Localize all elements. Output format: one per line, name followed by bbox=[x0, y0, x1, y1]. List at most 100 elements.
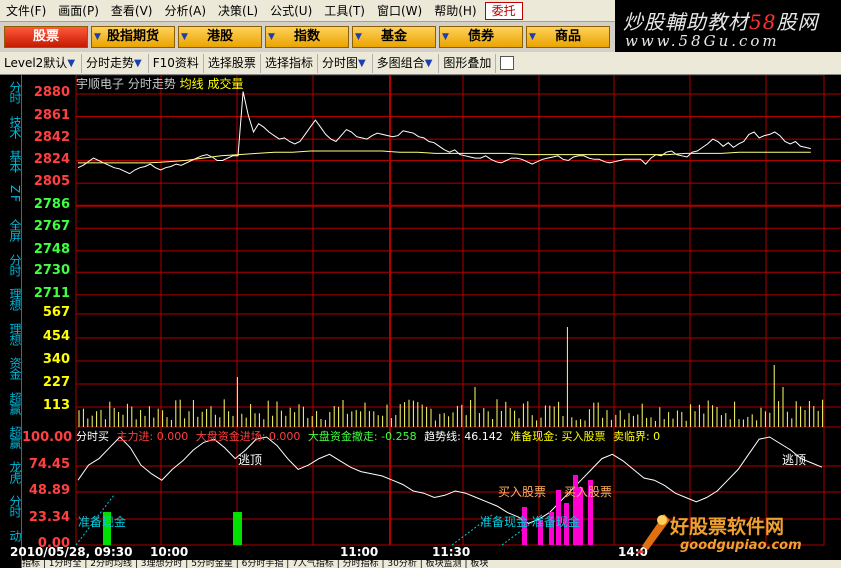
market-category-bar: 股票 ▼ 股指期货 ▼ 港股 ▼ 指数 ▼ 基金 ▼ 债券 ▼ 商品 bbox=[0, 22, 615, 52]
left-tab-12[interactable]: 分时 bbox=[1, 495, 22, 517]
left-tab-9[interactable]: 超赢 bbox=[1, 392, 22, 414]
indicator-item-cash: 准备现金: 买入股票 bbox=[510, 430, 606, 443]
toolbar-item-label: 分时走势 bbox=[86, 55, 135, 70]
annotation-cash-2: 准备现金 准备现金 bbox=[480, 515, 580, 529]
time-axis-label: 2010/05/28, 09:30 bbox=[10, 545, 133, 559]
category-button-5[interactable]: ▼ 债券 bbox=[439, 26, 523, 48]
left-tab-10[interactable]: 超赢 bbox=[1, 426, 22, 448]
menu-item-4[interactable]: 决策(L) bbox=[212, 1, 264, 21]
indicator-item-sell: 卖临界: 0 bbox=[612, 430, 661, 443]
menu-item-0[interactable]: 文件(F) bbox=[0, 1, 52, 21]
left-tab-3[interactable]: Z F bbox=[1, 185, 22, 201]
left-tab-4[interactable]: 全屏 bbox=[1, 219, 22, 241]
menu-item-9[interactable]: 委托 bbox=[484, 1, 523, 20]
price-axis-label: 2711 bbox=[33, 285, 70, 301]
price-axis-label: 2767 bbox=[33, 219, 70, 235]
left-tab-7[interactable]: 理想 bbox=[1, 323, 22, 345]
watermark-name: 好股票软件网 bbox=[670, 516, 785, 538]
category-button-4[interactable]: ▼ 基金 bbox=[352, 26, 436, 48]
dropdown-arrow-icon: ▼ bbox=[442, 32, 449, 42]
left-tab-8[interactable]: 资金 bbox=[1, 357, 22, 379]
volume-axis-label: 454 bbox=[42, 329, 70, 344]
dropdown-arrow-icon[interactable]: ▼ bbox=[67, 54, 75, 73]
left-tab-1[interactable]: 技术 bbox=[1, 116, 22, 138]
lock-icon[interactable] bbox=[500, 56, 515, 70]
dropdown-arrow-icon[interactable]: ▼ bbox=[134, 54, 142, 73]
app-window: 文件(F) 画面(P) 查看(V) 分析(A) 决策(L) 公式(U) 工具(T) 窗口(W)… bbox=[0, 0, 841, 568]
category-label: 债券 bbox=[467, 29, 494, 44]
left-tab-13[interactable]: 动 bbox=[1, 530, 22, 541]
price-axis-label: 2842 bbox=[33, 130, 70, 146]
price-axis-label: 2805 bbox=[33, 174, 70, 190]
category-button-6[interactable]: ▼ 商品 bbox=[526, 26, 610, 48]
annotation-escape-1: 逃顶 bbox=[238, 453, 263, 467]
watermark-url: goodgupiao.com bbox=[680, 538, 802, 553]
menu-item-2[interactable]: 查看(V) bbox=[105, 1, 159, 21]
menu-item-7[interactable]: 窗口(W) bbox=[371, 1, 428, 21]
brand-url: www.58Gu.com bbox=[625, 32, 780, 50]
toolbar-item-label: 选择指标 bbox=[264, 55, 313, 70]
volume-axis-label: 113 bbox=[42, 398, 70, 413]
left-tab-5[interactable]: 分时 bbox=[1, 254, 22, 276]
avg-line bbox=[78, 150, 811, 164]
annotation-cash-1: 准备现金 bbox=[78, 515, 127, 529]
chart-frame bbox=[75, 75, 825, 546]
green-signal-bar-1 bbox=[233, 512, 242, 545]
category-label: 基金 bbox=[380, 29, 407, 44]
toolbar-item-0[interactable]: Level2默认 ▼ bbox=[0, 53, 83, 73]
menu-bar: 文件(F) 画面(P) 查看(V) 分析(A) 决策(L) 公式(U) 工具(T) 窗口(W)… bbox=[0, 0, 615, 22]
toolbar-item-5[interactable]: 分时图 ▼ bbox=[318, 53, 373, 73]
price-axis-label: 2748 bbox=[33, 241, 70, 257]
indicator-item-outflow: 大盘资金撤走: -0.258 bbox=[307, 430, 417, 443]
dropdown-arrow-icon: ▼ bbox=[268, 32, 275, 42]
dropdown-arrow-icon: ▼ bbox=[181, 32, 188, 42]
category-label: 股票 bbox=[32, 29, 59, 44]
menu-item-6[interactable]: 工具(T) bbox=[318, 1, 371, 21]
price-line bbox=[77, 91, 811, 175]
category-button-1[interactable]: ▼ 股指期货 bbox=[91, 26, 175, 48]
menu-item-8[interactable]: 帮助(H) bbox=[428, 1, 482, 21]
chart-canvas bbox=[75, 75, 841, 546]
left-tab-11[interactable]: 龙虎 bbox=[1, 461, 22, 483]
toolbar-item-1[interactable]: 分时走势 ▼ bbox=[82, 53, 149, 73]
menu-item-3[interactable]: 分析(A) bbox=[158, 1, 212, 21]
toolbar-item-label: 选择股票 bbox=[207, 55, 256, 70]
left-tab-0[interactable]: 分时 bbox=[1, 81, 22, 103]
dropdown-arrow-icon[interactable]: ▼ bbox=[358, 54, 366, 73]
toolbar-item-7[interactable]: 图形叠加 bbox=[439, 53, 497, 73]
left-tab-6[interactable]: 理想 bbox=[1, 288, 22, 310]
volume-axis-label: 340 bbox=[42, 352, 70, 367]
indicator-item-trend: 趋势线: 46.142 bbox=[424, 430, 503, 443]
indicator-item-main: 主力进: 0.000 bbox=[116, 430, 189, 443]
toolbar-item-label: 图形叠加 bbox=[443, 55, 492, 70]
category-label: 港股 bbox=[206, 29, 233, 44]
avg-line-label: 均线 bbox=[179, 77, 204, 91]
time-axis-label: 11:00 bbox=[340, 545, 379, 559]
dropdown-arrow-icon[interactable]: ▼ bbox=[425, 54, 433, 73]
category-button-0[interactable]: 股票 bbox=[4, 26, 88, 48]
dropdown-arrow-icon: ▼ bbox=[94, 32, 101, 42]
price-axis-label: 2730 bbox=[33, 263, 70, 279]
menu-item-5[interactable]: 公式(U) bbox=[264, 1, 318, 21]
stock-name: 宇顺电子 分时走势 bbox=[76, 77, 176, 91]
left-tab-2[interactable]: 基本 bbox=[1, 150, 22, 172]
annotation-buy-1: 买入股票 bbox=[498, 485, 547, 499]
toolbar-item-6[interactable]: 多图组合 ▼ bbox=[373, 53, 440, 73]
price-axis-label: 2824 bbox=[33, 151, 70, 167]
time-axis-label: 11:30 bbox=[432, 545, 471, 559]
volume-label: 成交量 bbox=[207, 77, 244, 91]
category-button-3[interactable]: ▼ 指数 bbox=[265, 26, 349, 48]
volume-axis-label: 227 bbox=[42, 375, 70, 390]
volume-axis-label: 567 bbox=[42, 305, 70, 320]
indicator-bar: 分时买 主力进: 0.000 大盘资金进场: 0.000 大盘资金撤走: -0.… bbox=[76, 428, 664, 444]
intraday-chart[interactable]: 宇顺电子 分时走势 均线 成交量 分时买 主力进: 0.000 大盘资金进场: … bbox=[10, 75, 841, 568]
toolbar-item-2[interactable]: F10资料 bbox=[149, 53, 204, 73]
toolbar-item-3[interactable]: 选择股票 bbox=[204, 53, 261, 73]
toolbar-item-label: Level2默认 bbox=[4, 55, 68, 70]
menu-item-1[interactable]: 画面(P) bbox=[52, 1, 105, 21]
indicator-axis-label: 23.34 bbox=[28, 510, 70, 525]
category-button-2[interactable]: ▼ 港股 bbox=[178, 26, 262, 48]
toolbar-item-label: 多图组合 bbox=[376, 55, 425, 70]
price-axis-label: 2880 bbox=[33, 84, 70, 100]
toolbar-item-4[interactable]: 选择指标 bbox=[261, 53, 318, 73]
